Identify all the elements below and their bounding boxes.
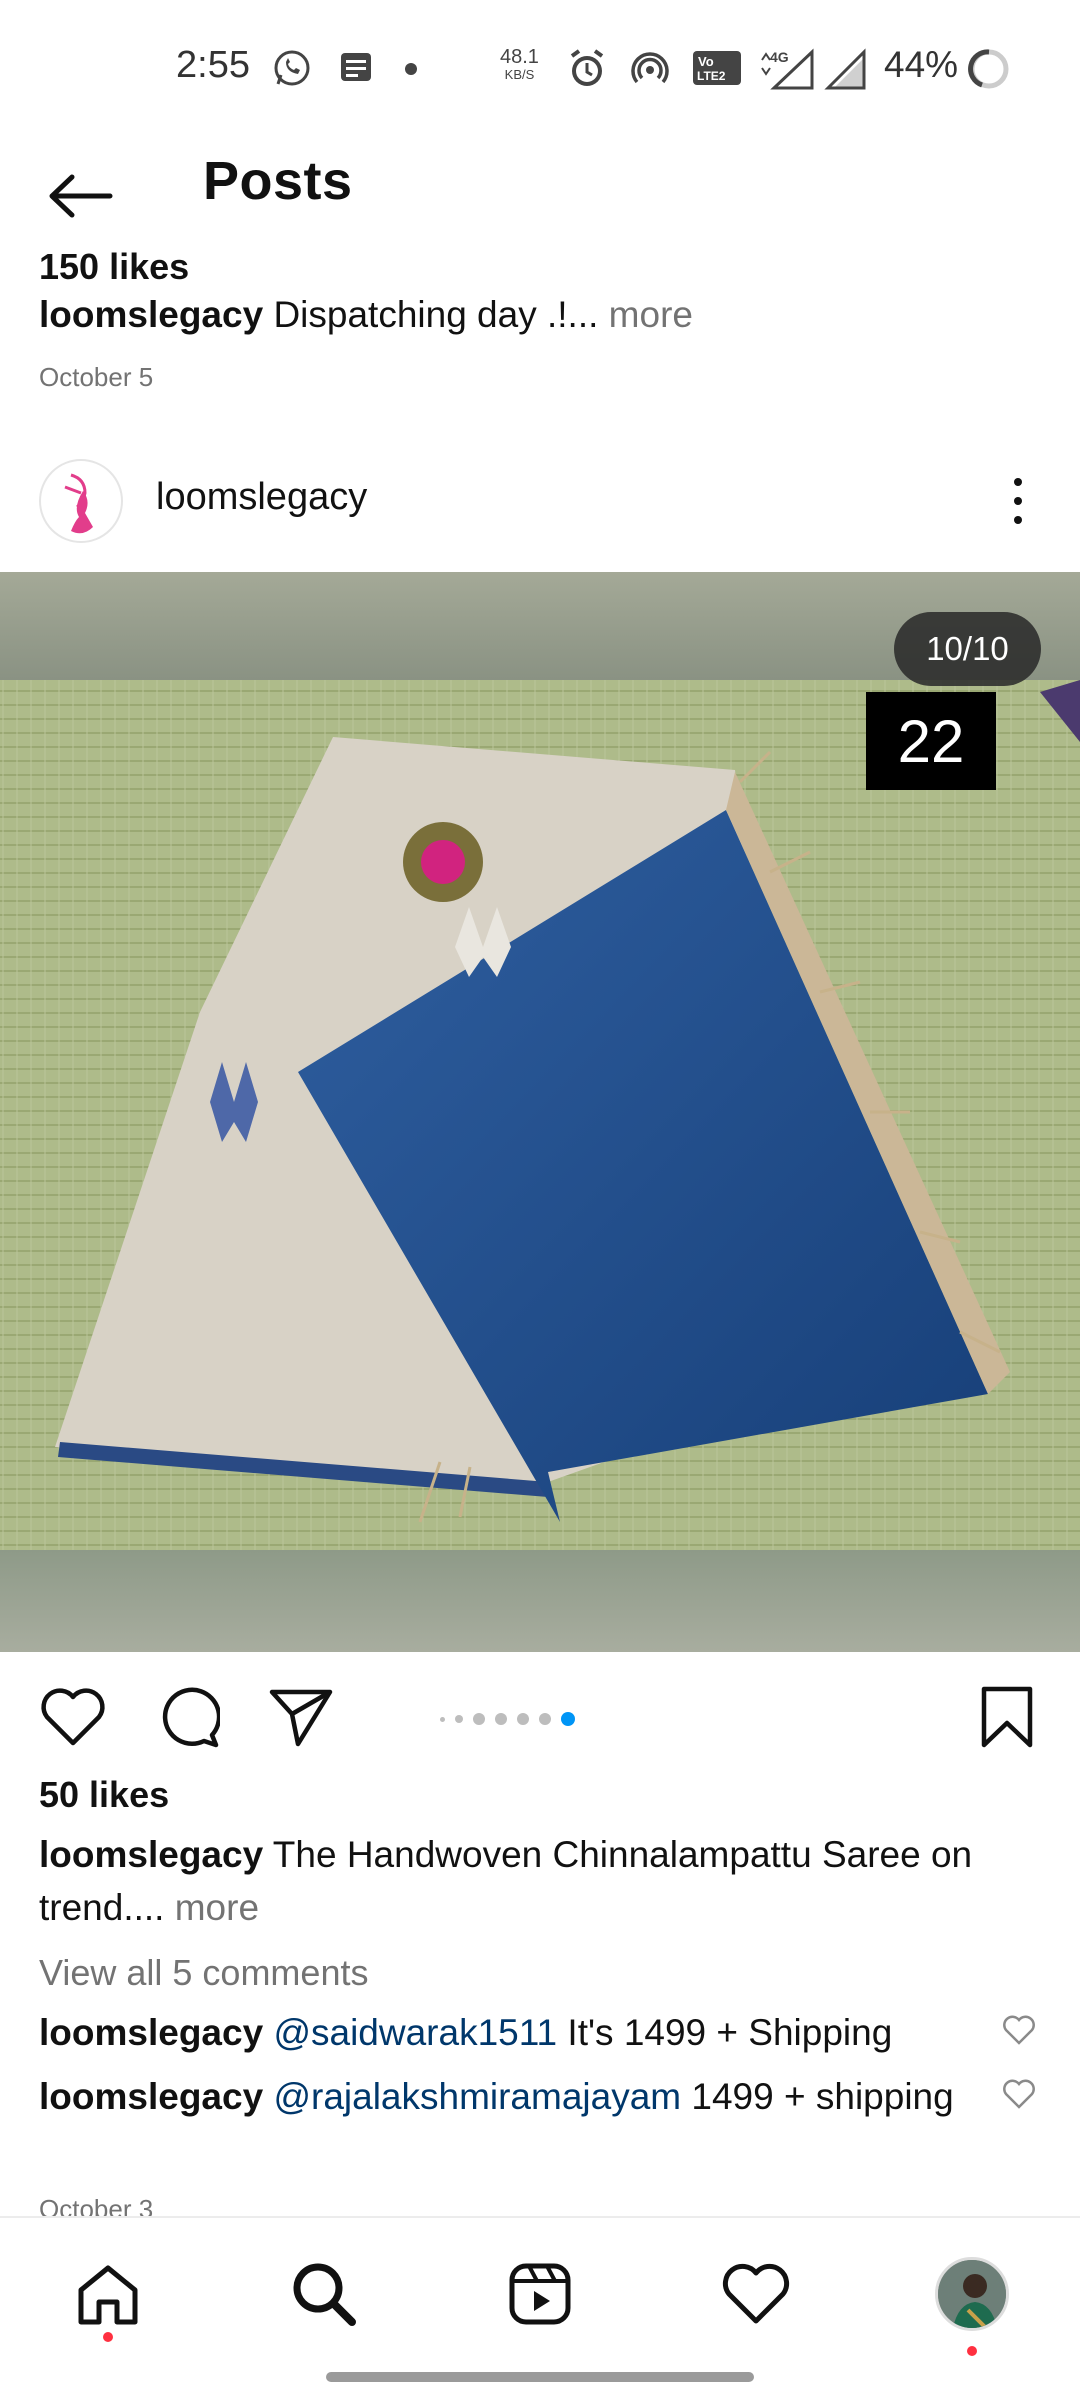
page-title: Posts <box>203 151 353 211</box>
post-actions-bar <box>0 1652 1080 1762</box>
more-options-button[interactable] <box>996 466 1040 536</box>
comment-button[interactable] <box>150 1680 224 1754</box>
caption-more-link[interactable]: more <box>164 1887 259 1928</box>
comment-like-button[interactable] <box>1002 2014 1036 2048</box>
comment-username[interactable]: loomslegacy <box>39 2012 263 2053</box>
carousel-dot <box>517 1713 529 1725</box>
net-speed-value: 48.1 <box>500 46 539 68</box>
alarm-icon <box>566 48 608 95</box>
signal-icon <box>824 48 868 95</box>
nav-profile[interactable] <box>932 2254 1012 2334</box>
heart-icon <box>1003 2079 1035 2109</box>
bookmark-icon <box>981 1686 1033 1748</box>
previous-post-date: October 5 <box>39 362 154 392</box>
more-dot <box>1014 516 1022 524</box>
post-avatar[interactable] <box>39 459 123 543</box>
more-dot <box>1014 497 1022 505</box>
status-time: 2:55 <box>176 44 250 86</box>
profile-notification-dot <box>967 2346 977 2356</box>
paper-plane-icon <box>269 1689 333 1747</box>
battery-icon <box>968 48 1010 95</box>
dot-icon <box>404 62 418 81</box>
carousel-dot <box>495 1713 507 1725</box>
carousel-indicator <box>440 1712 575 1726</box>
battery-percent: 44% <box>884 44 959 85</box>
svg-text:4G: 4G <box>770 49 789 65</box>
caption-username[interactable]: loomslegacy <box>39 1834 263 1875</box>
home-notification-dot <box>103 2332 113 2342</box>
previous-post-username[interactable]: loomslegacy <box>39 294 263 335</box>
message-icon <box>338 48 374 93</box>
media-counter: 10/10 <box>894 612 1041 686</box>
net-speed-unit: KB/S <box>504 67 535 82</box>
search-icon <box>293 2263 356 2326</box>
comment-text: It's 1499 + Shipping <box>557 2012 893 2053</box>
comment-mention[interactable]: @rajalakshmiramajayam <box>273 2076 681 2117</box>
previous-post-more-link[interactable]: more <box>598 294 693 335</box>
save-button[interactable] <box>970 1680 1044 1754</box>
brand-logo-icon <box>64 473 93 534</box>
nav-home[interactable] <box>68 2254 148 2334</box>
carousel-dot <box>539 1713 551 1725</box>
post-image[interactable]: 10/10 22 <box>0 572 1080 1652</box>
post-date: October 3 <box>39 2194 154 2216</box>
more-dot <box>1014 478 1022 486</box>
carousel-dot <box>473 1713 485 1725</box>
reels-icon <box>509 2263 571 2325</box>
post-header: loomslegacy <box>0 446 1080 564</box>
app-header <box>0 136 1080 252</box>
heart-icon <box>41 1688 105 1746</box>
arrow-left-icon <box>49 174 113 218</box>
likes-count[interactable]: 50 likes <box>39 1774 169 1816</box>
profile-photo <box>938 2260 1006 2328</box>
home-indicator-bar[interactable] <box>326 2372 754 2382</box>
volte-icon: Vo LTE2 <box>692 48 742 93</box>
nav-reels[interactable] <box>500 2254 580 2334</box>
comment-icon <box>162 1687 220 1748</box>
network-speed: 48.1 KB/S <box>500 46 539 83</box>
post-caption: loomslegacy The Handwoven Chinnalampattu… <box>39 1828 1039 1934</box>
share-button[interactable] <box>264 1680 338 1754</box>
like-button[interactable] <box>36 1680 110 1754</box>
status-bar: 2:55 48.1 KB/S Vo LTE2 4G 44% <box>0 0 1080 136</box>
carousel-dot-active <box>561 1712 575 1726</box>
home-icon <box>78 2265 138 2325</box>
media-tag-label: 22 <box>866 692 996 790</box>
view-all-comments-link[interactable]: View all 5 comments <box>39 1952 368 1994</box>
comment-text: 1499 + shipping <box>681 2076 954 2117</box>
heart-icon <box>722 2263 790 2324</box>
comment-username[interactable]: loomslegacy <box>39 2076 263 2117</box>
previous-post-caption-text: Dispatching day .!... <box>273 294 599 335</box>
comment-mention[interactable]: @saidwarak1511 <box>273 2012 557 2053</box>
comment-like-button[interactable] <box>1002 2078 1036 2112</box>
nav-activity[interactable] <box>716 2254 796 2334</box>
heart-icon <box>1003 2015 1035 2045</box>
comment-item: loomslegacy @rajalakshmiramajayam 1499 +… <box>39 2070 979 2123</box>
svg-text:LTE2: LTE2 <box>697 69 726 83</box>
hotspot-icon <box>630 48 670 93</box>
back-button[interactable] <box>40 156 120 236</box>
previous-post-caption: loomslegacy Dispatching day .!... more <box>39 294 693 336</box>
previous-post-likes[interactable]: 150 likes <box>39 252 189 288</box>
signal-4g-icon: 4G <box>756 48 818 95</box>
profile-avatar <box>935 2257 1009 2331</box>
carousel-dot <box>455 1715 463 1723</box>
post-username[interactable]: loomslegacy <box>156 476 367 519</box>
carousel-dot <box>440 1716 445 1722</box>
whatsapp-icon <box>272 48 312 93</box>
svg-text:Vo: Vo <box>698 54 714 69</box>
comment-item: loomslegacy @saidwarak1511 It's 1499 + S… <box>39 2006 979 2059</box>
post-feed[interactable]: 150 likes loomslegacy Dispatching day .!… <box>0 252 1080 2216</box>
nav-search[interactable] <box>284 2254 364 2334</box>
